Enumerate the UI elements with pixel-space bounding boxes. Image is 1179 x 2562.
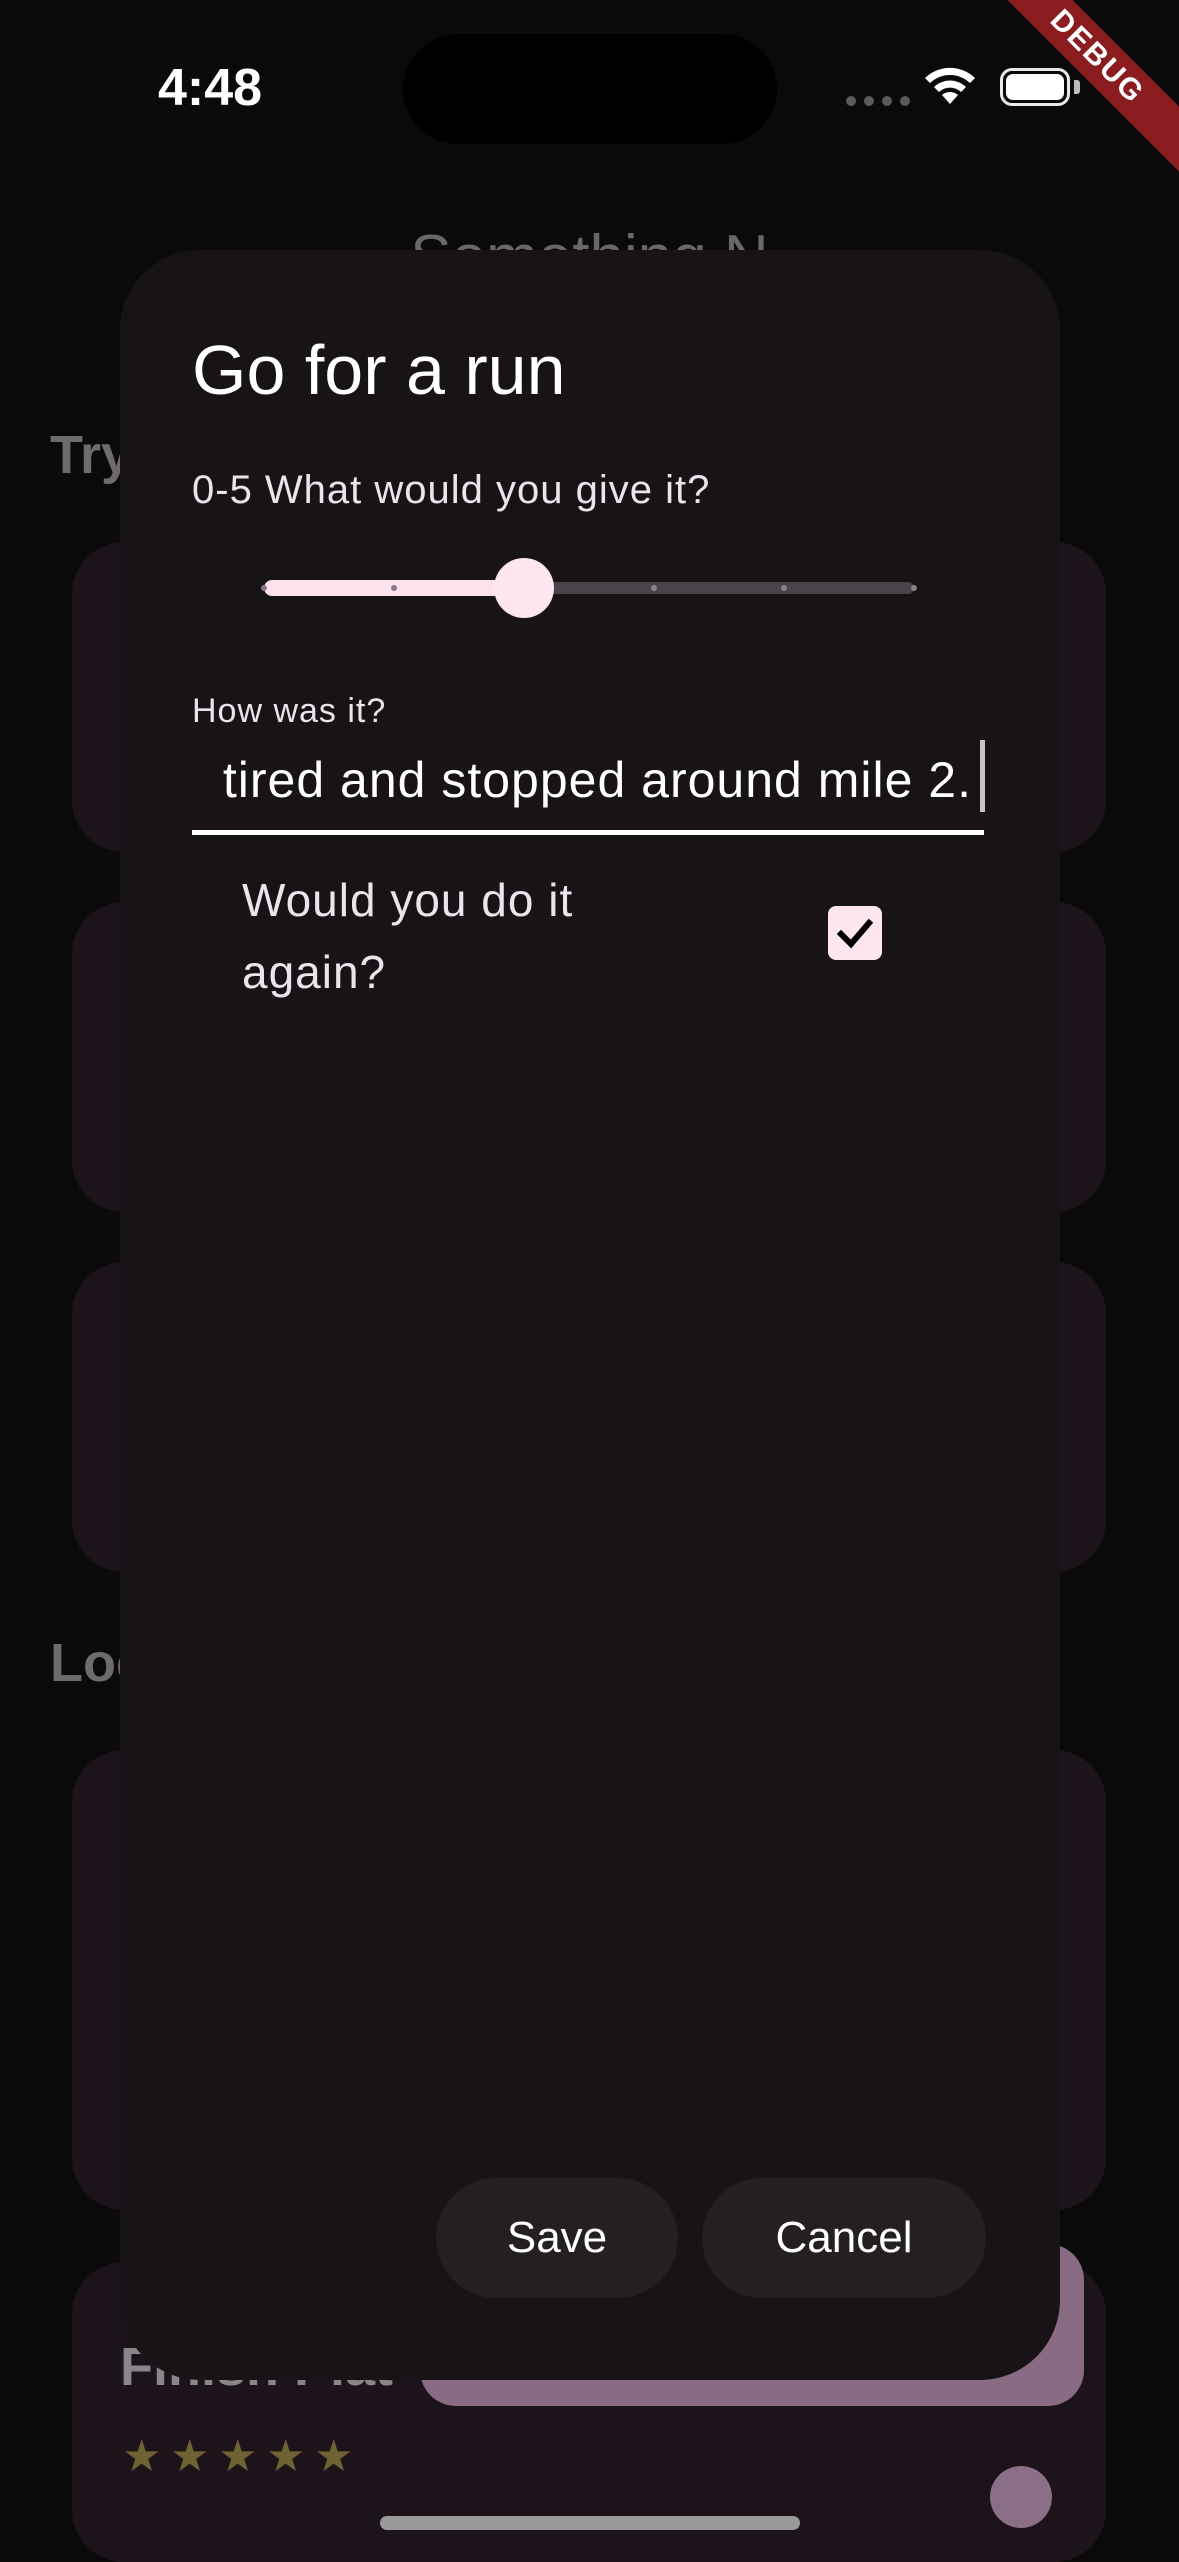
cellular-signal-icon [846, 96, 910, 106]
input-underline [192, 830, 984, 835]
slider-tick [911, 585, 917, 591]
slider-thumb[interactable] [494, 558, 554, 618]
star-icon: ★ [314, 2432, 354, 2481]
feedback-input[interactable] [192, 740, 984, 820]
check-circle-icon [990, 2466, 1052, 2528]
rating-dialog: Go for a run 0-5 What would you give it?… [120, 250, 1060, 2380]
dialog-title: Go for a run [192, 331, 566, 409]
save-button[interactable]: Save [436, 2178, 678, 2298]
star-icon: ★ [218, 2432, 258, 2481]
slider-tick [261, 585, 267, 591]
battery-icon [1000, 68, 1070, 106]
dynamic-island [403, 34, 777, 144]
rating-slider[interactable] [261, 558, 917, 618]
home-indicator [380, 2516, 800, 2530]
status-time: 4:48 [158, 59, 263, 117]
again-checkbox[interactable] [828, 906, 882, 960]
checkmark-icon [836, 918, 874, 949]
slider-tick [651, 585, 657, 591]
text-cursor [980, 740, 985, 812]
slider-tick [391, 585, 397, 591]
again-label: Would you do it again? [242, 874, 574, 998]
rating-label: 0-5 What would you give it? [192, 468, 711, 512]
star-icon: ★ [122, 2432, 162, 2481]
star-icon: ★ [266, 2432, 306, 2481]
cancel-button[interactable]: Cancel [702, 2178, 986, 2298]
star-rating: ★ ★ ★ ★ ★ [122, 2432, 356, 2481]
feedback-label: How was it? [192, 692, 387, 730]
slider-tick [781, 585, 787, 591]
section-heading-try: Try [50, 425, 132, 485]
wifi-icon [925, 67, 975, 104]
star-icon: ★ [170, 2432, 210, 2481]
